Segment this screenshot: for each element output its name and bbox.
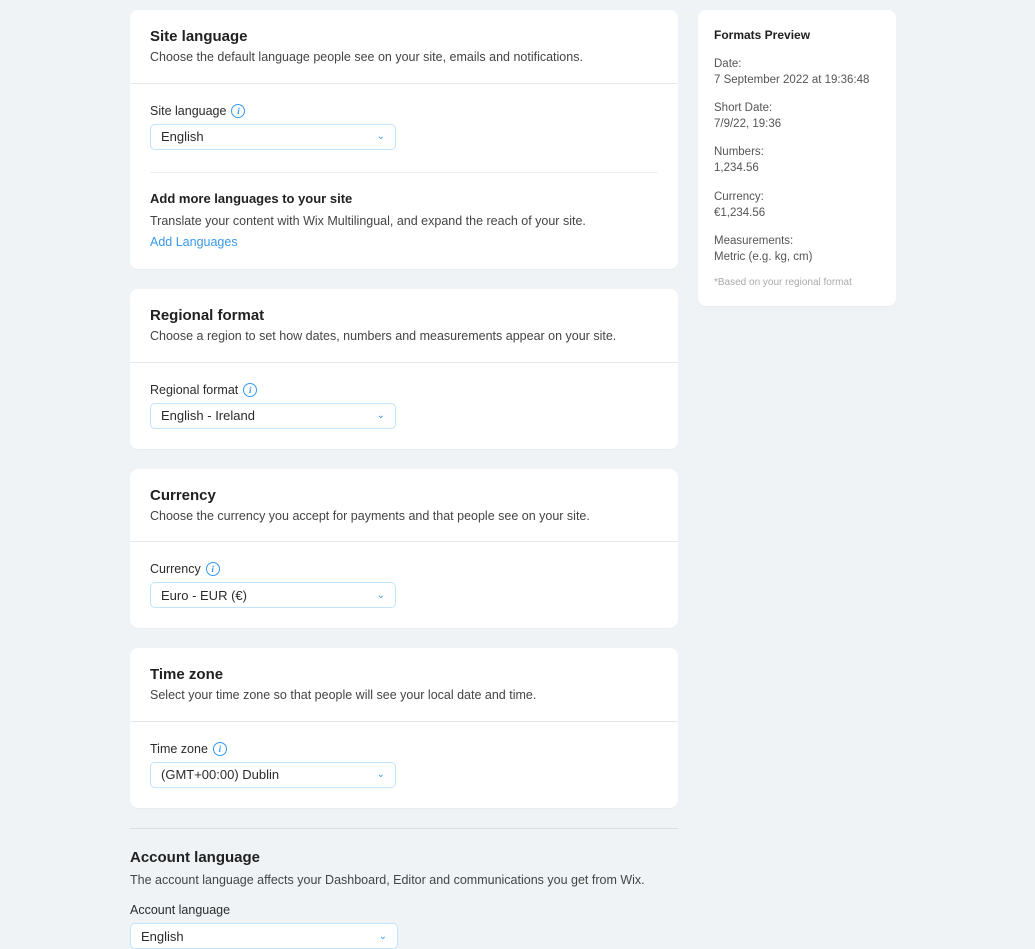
site-language-card: Site language Choose the default languag… [130,10,678,269]
site-language-desc: Choose the default language people see o… [150,49,658,67]
preview-numbers-label: Numbers: [714,144,880,160]
account-language-title: Account language [130,849,678,866]
preview-currency-label: Currency: [714,189,880,205]
preview-measurements-label: Measurements: [714,233,880,249]
info-icon[interactable]: i [206,562,220,576]
account-language-section: Account language The account language af… [130,828,678,949]
currency-card: Currency Choose the currency you accept … [130,469,678,629]
preview-currency-value: €1,234.56 [714,205,880,221]
info-icon[interactable]: i [243,383,257,397]
currency-select[interactable]: Euro - EUR (€) ⌄ [150,582,396,608]
site-language-title: Site language [150,28,658,45]
currency-label: Currency i [150,562,658,576]
formats-preview-card: Formats Preview Date: 7 September 2022 a… [698,10,896,306]
add-languages-text: Translate your content with Wix Multilin… [150,212,658,231]
preview-shortdate-label: Short Date: [714,100,880,116]
regional-format-value: English - Ireland [161,408,255,423]
preview-date-label: Date: [714,56,880,72]
preview-footnote: *Based on your regional format [714,277,880,288]
timezone-card: Time zone Select your time zone so that … [130,648,678,808]
regional-format-card: Regional format Choose a region to set h… [130,289,678,449]
chevron-down-icon: ⌄ [377,769,385,780]
info-icon[interactable]: i [231,104,245,118]
chevron-down-icon: ⌄ [377,410,385,421]
account-language-select[interactable]: English ⌄ [130,923,398,949]
timezone-select[interactable]: (GMT+00:00) Dublin ⌄ [150,762,396,788]
account-language-desc: The account language affects your Dashbo… [130,872,678,890]
preview-measurements-value: Metric (e.g. kg, cm) [714,249,880,265]
divider [150,172,658,173]
timezone-title: Time zone [150,666,658,683]
add-languages-heading: Add more languages to your site [150,191,658,206]
site-language-value: English [161,129,204,144]
site-language-label: Site language i [150,104,658,118]
preview-shortdate-value: 7/9/22, 19:36 [714,116,880,132]
divider [130,828,678,829]
add-languages-link[interactable]: Add Languages [150,235,238,249]
timezone-desc: Select your time zone so that people wil… [150,687,658,705]
timezone-value: (GMT+00:00) Dublin [161,767,279,782]
account-language-value: English [141,929,184,944]
currency-title: Currency [150,487,658,504]
preview-date-value: 7 September 2022 at 19:36:48 [714,72,880,88]
regional-format-select[interactable]: English - Ireland ⌄ [150,403,396,429]
currency-desc: Choose the currency you accept for payme… [150,508,658,526]
info-icon[interactable]: i [213,742,227,756]
site-language-select[interactable]: English ⌄ [150,124,396,150]
chevron-down-icon: ⌄ [377,590,385,601]
account-language-label: Account language [130,903,678,917]
currency-value: Euro - EUR (€) [161,588,247,603]
timezone-label: Time zone i [150,742,658,756]
chevron-down-icon: ⌄ [377,131,385,142]
chevron-down-icon: ⌄ [379,931,387,942]
regional-format-label: Regional format i [150,383,658,397]
regional-format-desc: Choose a region to set how dates, number… [150,328,658,346]
preview-numbers-value: 1,234.56 [714,160,880,176]
regional-format-title: Regional format [150,307,658,324]
formats-preview-title: Formats Preview [714,28,880,42]
